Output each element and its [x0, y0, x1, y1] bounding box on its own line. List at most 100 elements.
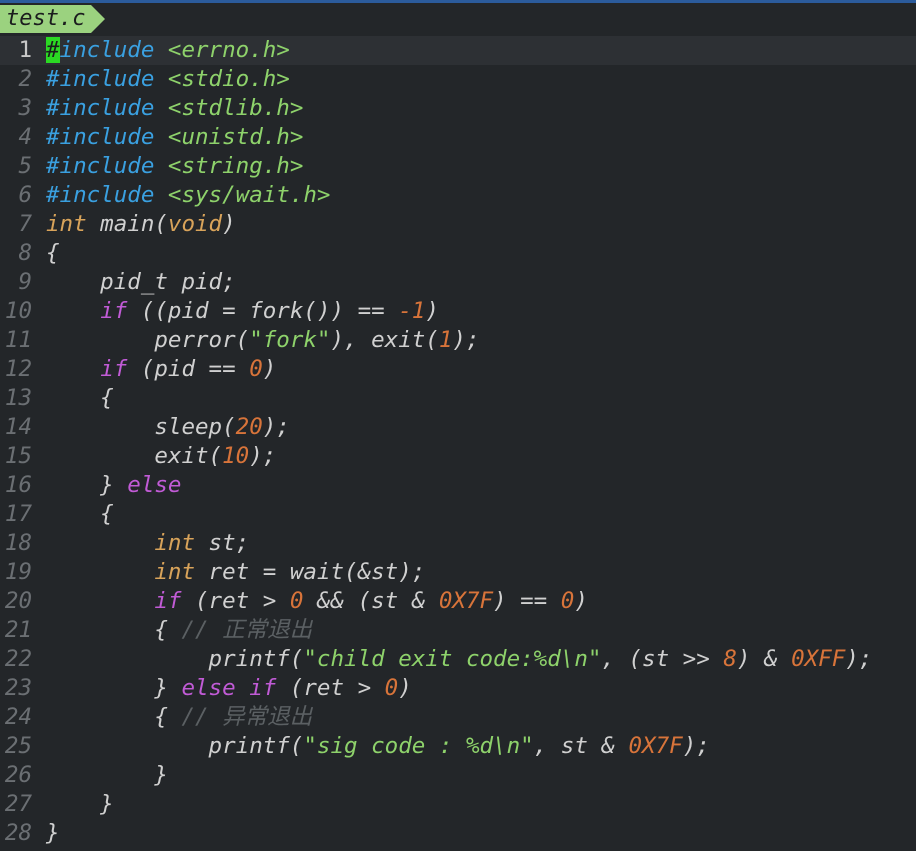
- code-text: perror("fork"), exit(1);: [46, 327, 479, 353]
- code-token: 20: [235, 414, 263, 440]
- code-token: include: [59, 37, 155, 63]
- code-line[interactable]: 10 if ((pid = fork()) == -1): [0, 297, 916, 326]
- code-line[interactable]: 8{: [0, 239, 916, 268]
- line-number: 20: [4, 588, 32, 614]
- code-token: 0: [289, 588, 304, 614]
- code-text: if (pid == 0): [46, 356, 276, 382]
- line-number: 14: [4, 414, 32, 440]
- code-line[interactable]: 21 { // 正常退出: [0, 616, 916, 645]
- code-token: 0X7F: [628, 733, 683, 759]
- code-text: sleep(20);: [46, 414, 289, 440]
- code-line[interactable]: 12 if (pid == 0): [0, 355, 916, 384]
- code-line[interactable]: 22 printf("child exit code:%d\n", (st >>…: [0, 645, 916, 674]
- code-line[interactable]: 6 #include <sys/wait.h>: [0, 181, 916, 210]
- code-line[interactable]: 14 sleep(20);: [0, 413, 916, 442]
- code-token: );: [249, 443, 277, 469]
- code-token: <stdio.h>: [154, 66, 290, 92]
- code-token: "child exit code:%d\n": [303, 646, 602, 672]
- code-line[interactable]: 18 int st;: [0, 529, 916, 558]
- code-token: (ret >: [276, 675, 385, 701]
- code-token: }: [46, 472, 128, 498]
- line-number: 3: [18, 95, 32, 121]
- code-token: // 异常退出: [181, 704, 313, 730]
- code-token: <unistd.h>: [154, 124, 304, 150]
- code-token: // 正常退出: [181, 617, 313, 643]
- code-token: 0: [560, 588, 575, 614]
- code-token: int: [154, 530, 196, 556]
- code-text: #include <unistd.h>: [46, 124, 303, 150]
- code-token: perror(: [46, 327, 250, 353]
- line-number: 11: [4, 327, 32, 353]
- code-text: {: [46, 385, 114, 411]
- code-text: #include <stdio.h>: [46, 66, 290, 92]
- code-text: if ((pid = fork()) == -1): [46, 298, 439, 324]
- line-number: 9: [18, 269, 32, 295]
- code-line[interactable]: 11 perror("fork"), exit(1);: [0, 326, 916, 355]
- code-line[interactable]: 1 #include <errno.h>: [0, 36, 916, 65]
- code-line[interactable]: 13 {: [0, 384, 916, 413]
- code-token: #include: [46, 182, 155, 208]
- code-token: #include: [46, 124, 155, 150]
- code-token: 1: [438, 327, 453, 353]
- code-token: ): [398, 675, 412, 701]
- code-token: main(: [86, 211, 168, 237]
- line-number: 24: [4, 704, 32, 730]
- code-line[interactable]: 16 } else: [0, 471, 916, 500]
- code-line[interactable]: 24 { // 异常退出: [0, 703, 916, 732]
- code-token: <string.h>: [154, 153, 304, 179]
- tab-test-c[interactable]: test.c: [0, 5, 106, 33]
- code-token: printf(: [46, 733, 304, 759]
- tab-arrow-icon: [91, 5, 106, 33]
- code-token: ), exit(: [330, 327, 439, 353]
- code-token: , (st >>: [601, 646, 724, 672]
- code-token: #include: [46, 153, 155, 179]
- code-token: int: [46, 211, 87, 237]
- code-line[interactable]: 28}: [0, 819, 916, 848]
- code-line[interactable]: 25 printf("sig code : %d\n", st & 0X7F);: [0, 732, 916, 761]
- line-number: 26: [4, 762, 32, 788]
- code-line[interactable]: 4 #include <unistd.h>: [0, 123, 916, 152]
- code-line[interactable]: 5 #include <string.h>: [0, 152, 916, 181]
- code-token: ((pid = fork()) ==: [127, 298, 399, 324]
- code-token: if: [154, 588, 182, 614]
- code-line[interactable]: 23 } else if (ret > 0): [0, 674, 916, 703]
- code-line[interactable]: 27 }: [0, 790, 916, 819]
- code-line[interactable]: 17 {: [0, 500, 916, 529]
- code-editor[interactable]: 1 #include <errno.h> 2 #include <stdio.h> 3 #…: [0, 36, 916, 848]
- code-token: );: [682, 733, 710, 759]
- line-number: 12: [4, 356, 32, 382]
- code-token: exit(: [46, 443, 223, 469]
- code-text: { // 异常退出: [46, 704, 312, 730]
- code-text: {: [46, 501, 114, 527]
- code-token: 0: [249, 356, 263, 382]
- code-token: (pid ==: [127, 356, 250, 382]
- code-line[interactable]: 20 if (ret > 0 && (st & 0X7F) == 0): [0, 587, 916, 616]
- code-text: } else: [46, 472, 181, 498]
- code-token: #include: [46, 95, 155, 121]
- code-line[interactable]: 19 int ret = wait(&st);: [0, 558, 916, 587]
- code-token: #include: [46, 66, 155, 92]
- line-number: 5: [18, 153, 32, 179]
- code-line[interactable]: 3 #include <stdlib.h>: [0, 94, 916, 123]
- line-number: 2: [18, 66, 32, 92]
- code-line[interactable]: 9 pid_t pid;: [0, 268, 916, 297]
- code-line[interactable]: 2 #include <stdio.h>: [0, 65, 916, 94]
- code-line[interactable]: 7 int main(void): [0, 210, 916, 239]
- text-cursor: #: [46, 37, 60, 63]
- code-text: }: [46, 762, 168, 788]
- code-token: (ret >: [181, 588, 290, 614]
- tab-line: test.c: [0, 3, 916, 34]
- code-token: int: [154, 559, 196, 585]
- code-text: {: [46, 240, 60, 266]
- tab-filename: test.c: [0, 5, 92, 33]
- code-text: }: [46, 820, 60, 846]
- code-text: exit(10);: [46, 443, 276, 469]
- line-number: 28: [4, 820, 32, 846]
- code-text: int ret = wait(&st);: [46, 559, 425, 585]
- code-line[interactable]: 15 exit(10);: [0, 442, 916, 471]
- code-line[interactable]: 26 }: [0, 761, 916, 790]
